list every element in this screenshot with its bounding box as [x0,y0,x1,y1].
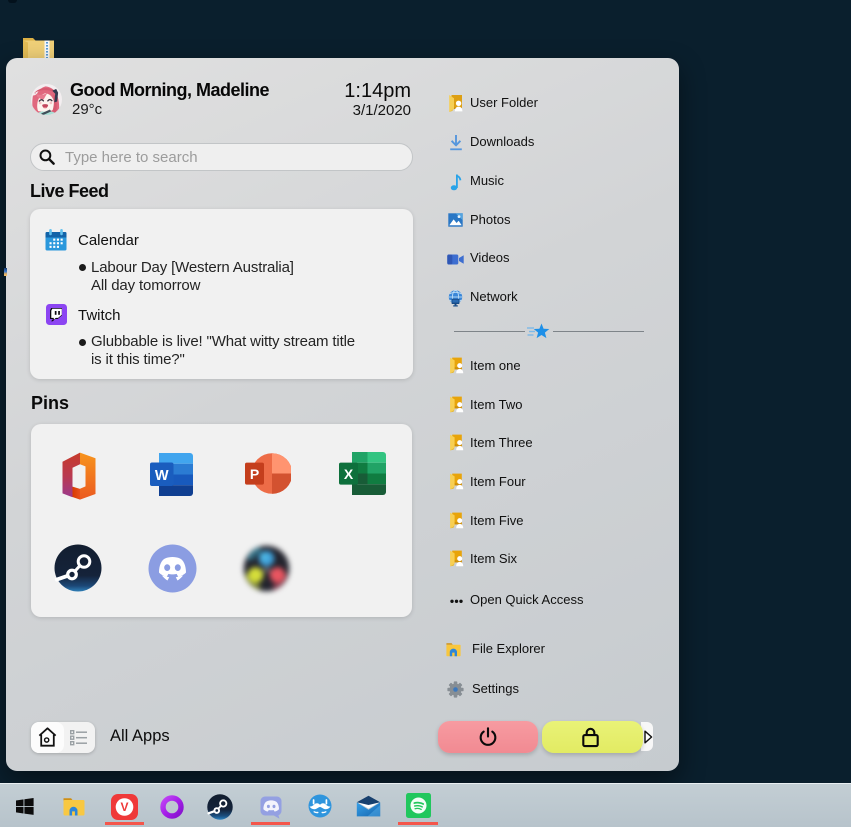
svg-text:V: V [120,800,128,814]
svg-text:P: P [250,466,259,482]
svg-text:W: W [155,468,169,484]
svg-text:X: X [344,466,354,482]
